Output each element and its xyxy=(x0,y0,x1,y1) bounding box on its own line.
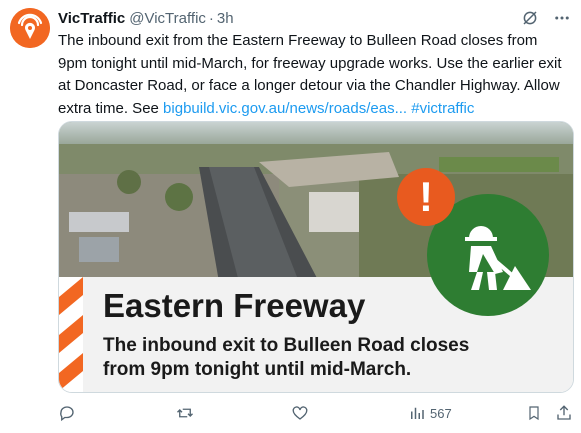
heart-icon xyxy=(292,406,308,420)
more-options-icon[interactable] xyxy=(553,9,571,27)
action-bar: 567 xyxy=(58,404,578,428)
reply-icon xyxy=(60,406,74,422)
share-button[interactable] xyxy=(555,404,573,422)
victraffic-logo-icon xyxy=(10,8,50,48)
views-button[interactable]: 567 xyxy=(408,404,452,422)
reply-button[interactable] xyxy=(58,404,76,422)
share-icon xyxy=(557,405,571,420)
repost-icon xyxy=(177,408,193,418)
avatar[interactable] xyxy=(10,8,50,48)
article-link[interactable]: bigbuild.vic.gov.au/news/roads/eas... xyxy=(163,100,407,117)
bookmark-icon xyxy=(529,406,539,421)
bookmark-button[interactable] xyxy=(526,404,542,422)
display-name[interactable]: VicTraffic xyxy=(58,10,125,27)
hashtag-link[interactable]: #victraffic xyxy=(411,100,474,117)
hazard-stripes xyxy=(59,277,83,392)
tweet-header: VicTraffic @VicTraffic · 3h xyxy=(58,8,234,28)
alert-badge: ! xyxy=(397,168,455,226)
grok-icon[interactable] xyxy=(521,9,539,27)
timestamp[interactable]: 3h xyxy=(217,10,234,27)
views-chart-icon xyxy=(411,407,424,419)
media-card[interactable]: Eastern Freeway The inbound exit to Bull… xyxy=(58,121,574,393)
repost-button[interactable] xyxy=(175,404,195,422)
user-handle[interactable]: @VicTraffic xyxy=(129,10,206,27)
tweet[interactable]: VicTraffic @VicTraffic · 3h The inbound … xyxy=(0,0,581,433)
tweet-text: The inbound exit from the Eastern Freewa… xyxy=(58,30,570,120)
views-count: 567 xyxy=(430,405,452,421)
like-button[interactable] xyxy=(291,404,309,422)
header-actions xyxy=(521,9,571,27)
banner-subtitle: The inbound exit to Bulleen Road closes … xyxy=(103,335,470,380)
separator-dot: · xyxy=(208,9,214,27)
banner-title: Eastern Freeway xyxy=(103,287,366,324)
